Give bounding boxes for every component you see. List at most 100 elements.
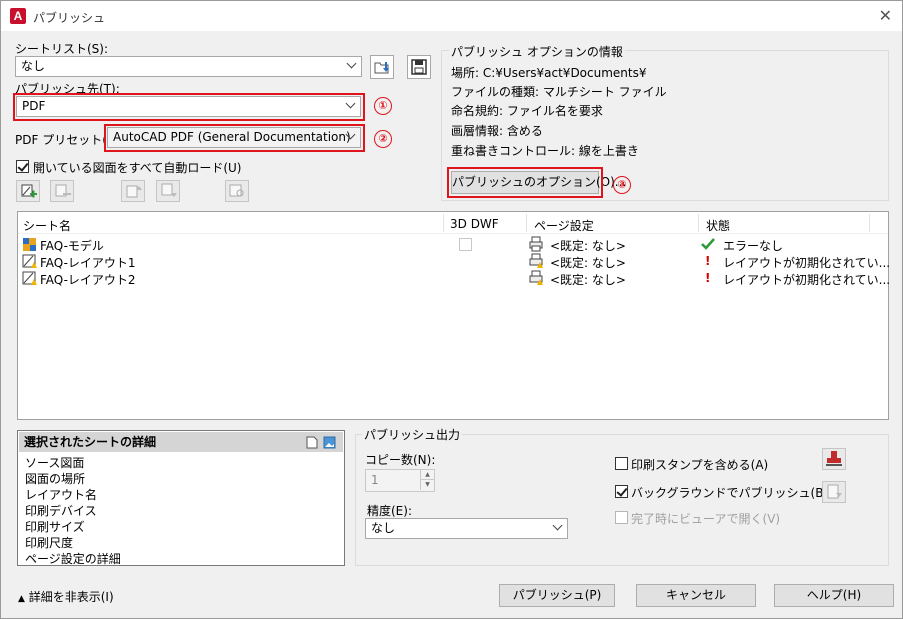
details-item: 印刷デバイス — [25, 504, 97, 518]
auto-load-label: 開いている図面をすべて自動ロード(U) — [33, 161, 242, 175]
document-icon[interactable] — [306, 436, 318, 449]
chevron-down-icon — [346, 58, 357, 69]
sheet-list-label: シートリスト(S): — [15, 42, 109, 56]
3d-dwf-checkbox[interactable] — [459, 238, 472, 251]
options-info-line: ファイルの種類: マルチシート ファイル — [451, 85, 667, 99]
table-row[interactable]: FAQ-レイアウト2 <既定: なし> ! レイアウトが初期化されてい... — [18, 270, 891, 287]
column-divider — [869, 214, 870, 232]
column-header-3d-dwf[interactable]: 3D DWF — [450, 217, 499, 231]
page-setup-value: <既定: なし> — [550, 256, 626, 270]
options-info-line: 命名規約: ファイル名を要求 — [451, 104, 603, 118]
remove-sheets-button[interactable] — [50, 180, 74, 202]
details-item: レイアウト名 — [25, 488, 98, 502]
close-icon[interactable]: ✕ — [879, 6, 892, 25]
status-text: レイアウトが初期化されてい... — [723, 273, 891, 287]
options-info-title: パブリッシュ オプションの情報 — [449, 43, 625, 60]
marker-2: ② — [374, 130, 392, 148]
help-button[interactable]: ヘルプ(H) — [774, 584, 894, 607]
column-divider — [526, 214, 527, 232]
move-down-icon — [161, 183, 177, 197]
chevron-down-icon — [552, 520, 563, 531]
sheet-list-combo[interactable]: なし — [15, 56, 362, 77]
layout-sheet-warning-icon — [22, 254, 37, 268]
move-sheet-up-button[interactable] — [121, 180, 145, 202]
status-text: レイアウトが初期化されてい... — [723, 256, 891, 270]
exclamation-icon: ! — [705, 271, 711, 285]
details-item: 印刷サイズ — [25, 520, 85, 534]
sheet-name: FAQ-レイアウト1 — [40, 256, 136, 270]
exclamation-icon: ! — [705, 254, 711, 268]
hide-details-toggle[interactable]: ▲ 詳細を非表示(I) — [18, 588, 114, 605]
page-setup-value: <既定: なし> — [550, 239, 626, 253]
load-sheet-list-button[interactable] — [370, 55, 394, 79]
copies-stepper[interactable]: 1 ▲ ▼ — [365, 469, 435, 492]
table-row[interactable]: FAQ-モデル <既定: なし> エラーなし — [18, 236, 888, 253]
background-publish-checkbox[interactable] — [615, 485, 628, 498]
remove-sheet-icon — [55, 184, 71, 197]
stamp-icon — [826, 451, 842, 466]
highlight-box-1 — [13, 93, 365, 121]
sheet-list-value: なし — [21, 59, 46, 73]
preview-button[interactable] — [225, 180, 249, 202]
printer-icon — [529, 236, 543, 252]
status-text: エラーなし — [723, 239, 784, 253]
autocad-app-icon: A — [10, 8, 26, 24]
column-header-status[interactable]: 状態 — [706, 217, 730, 234]
model-sheet-icon — [23, 238, 36, 251]
options-info-line: 重ね書きコントロール: 線を上書き — [451, 144, 639, 158]
cancel-button[interactable]: キャンセル — [636, 584, 756, 607]
selected-sheet-details-panel: 選択されたシートの詳細 ソース図面 図面の場所 レイアウト名 印刷デバイス 印刷… — [17, 430, 345, 566]
add-sheets-button[interactable] — [16, 180, 40, 202]
details-title: 選択されたシートの詳細 — [24, 435, 157, 449]
details-item: ソース図面 — [25, 456, 85, 470]
publish-dialog: A パブリッシュ ✕ シートリスト(S): なし パブリッシュ先(T): PDF… — [0, 0, 903, 619]
options-info-line: 場所: C:¥Users¥act¥Documents¥ — [451, 66, 647, 80]
copies-value: 1 — [371, 473, 379, 487]
precision-value: なし — [371, 521, 396, 535]
save-sheet-list-button[interactable] — [407, 55, 431, 79]
sheets-table[interactable]: シート名 3D DWF ページ設定 状態 FAQ-モデル <既定: なし> エラ… — [17, 211, 891, 420]
details-item: 印刷尺度 — [25, 536, 74, 550]
preview-icon — [229, 184, 244, 197]
open-viewer-label: 完了時にビューアで開く(V) — [631, 512, 781, 526]
background-publish-label: バックグラウンドでパブリッシュ(B) — [631, 486, 829, 500]
export-button[interactable] — [822, 481, 846, 503]
move-up-icon — [126, 185, 142, 198]
printer-warning-icon — [529, 253, 543, 268]
image-preview-icon[interactable] — [323, 436, 336, 449]
move-sheet-down-button[interactable] — [156, 180, 180, 202]
table-row[interactable]: FAQ-レイアウト1 <既定: なし> ! レイアウトが初期化されてい... — [18, 253, 891, 270]
layout-sheet-warning-icon — [22, 271, 37, 285]
marker-3: ③ — [613, 176, 631, 194]
publish-button[interactable]: パブリッシュ(P) — [499, 584, 615, 607]
title-bar: A パブリッシュ ✕ — [1, 1, 902, 31]
auto-load-checkbox[interactable] — [16, 160, 29, 173]
save-disk-icon — [411, 59, 427, 75]
page-setup-value: <既定: なし> — [550, 273, 626, 287]
include-stamp-checkbox[interactable] — [615, 457, 628, 470]
highlight-box-2 — [104, 124, 365, 152]
plot-stamp-settings-button[interactable] — [822, 448, 846, 470]
publish-output-title: パブリッシュ出力 — [362, 426, 463, 443]
marker-1: ① — [374, 97, 392, 115]
open-viewer-checkbox[interactable] — [615, 511, 628, 524]
column-header-sheet-name[interactable]: シート名 — [23, 217, 71, 234]
sheet-name: FAQ-モデル — [40, 239, 104, 253]
folder-open-icon — [374, 62, 389, 74]
details-header: 選択されたシートの詳細 — [19, 432, 343, 452]
stepper-down-icon[interactable]: ▼ — [420, 480, 434, 490]
stepper-up-icon[interactable]: ▲ — [420, 470, 434, 480]
column-divider — [698, 214, 699, 232]
sheet-name: FAQ-レイアウト2 — [40, 273, 136, 287]
details-item: ページ設定の詳細 — [25, 552, 121, 566]
precision-combo[interactable]: なし — [365, 518, 568, 539]
table-header: シート名 3D DWF ページ設定 状態 — [18, 212, 888, 234]
triangle-up-icon: ▲ — [18, 594, 25, 604]
column-header-page-setup[interactable]: ページ設定 — [534, 217, 594, 234]
printer-warning-icon — [529, 270, 543, 285]
options-info-line: 画層情報: 含める — [451, 124, 543, 138]
highlight-box-3 — [447, 167, 603, 198]
export-icon — [827, 484, 842, 499]
window-title: パブリッシュ — [33, 11, 106, 25]
column-divider — [443, 214, 444, 232]
